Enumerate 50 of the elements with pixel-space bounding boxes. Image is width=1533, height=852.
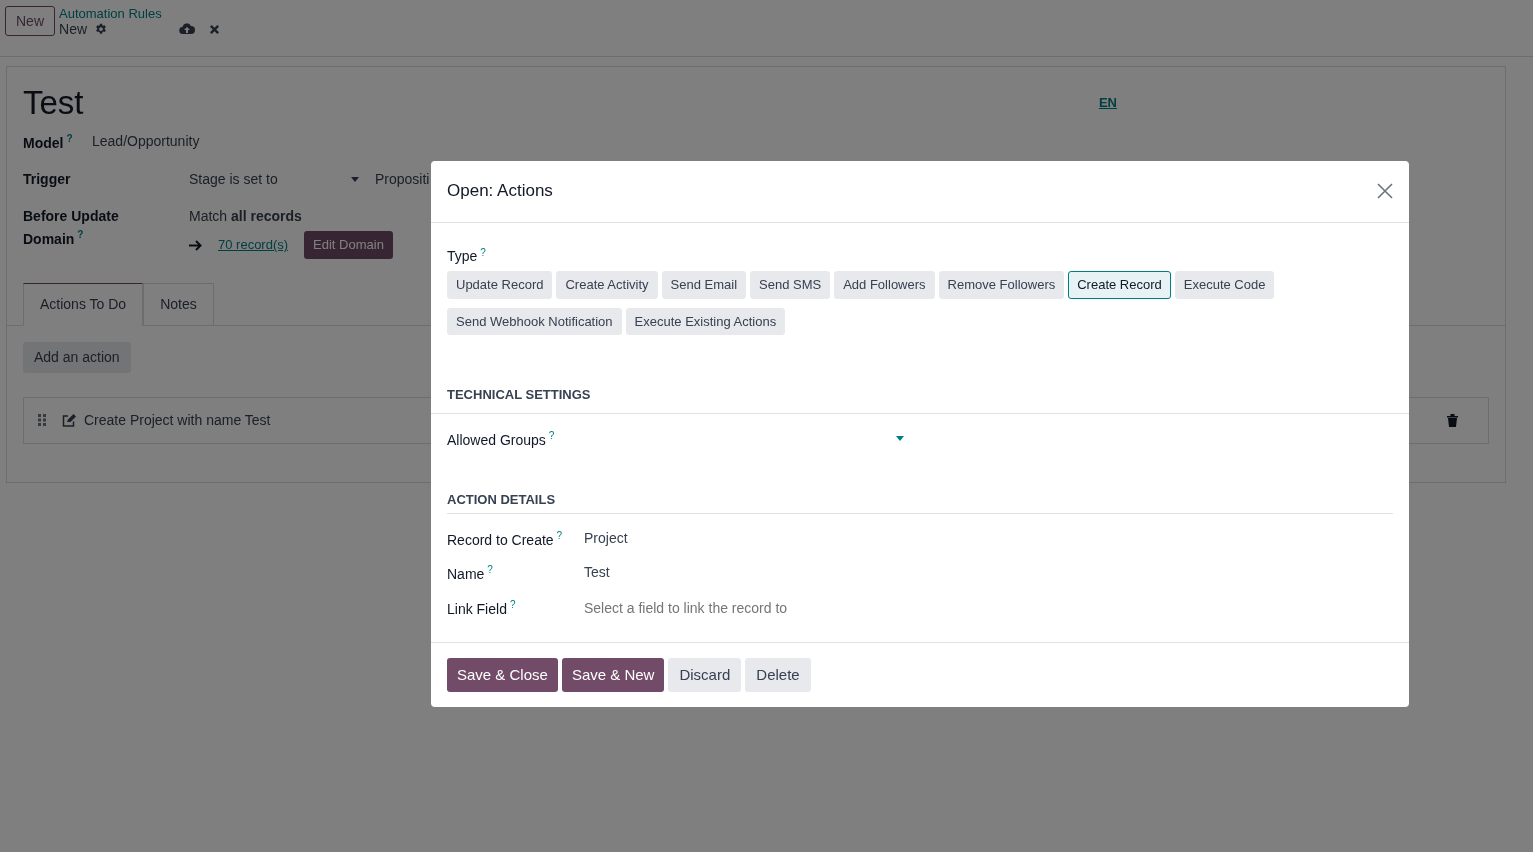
edit-icon (62, 413, 76, 427)
type-option[interactable]: Execute Existing Actions (625, 307, 786, 336)
action-text: Create Project with name Test (84, 410, 271, 430)
caret-icon (351, 177, 359, 183)
field-label: Domain $^{?}$ (23, 228, 85, 249)
add-action-button[interactable]: Add an action (23, 341, 131, 373)
section-heading: TECHNICAL SETTINGS (447, 386, 592, 405)
type-option[interactable]: Add Followers (834, 271, 935, 299)
edit-domain-button[interactable]: Edit Domain (304, 231, 393, 259)
field-label: Model $^{?}$ (23, 131, 74, 153)
trigger-select[interactable]: Stage is set to (189, 169, 359, 191)
stage-value: Propositi (375, 170, 430, 190)
caret-icon (896, 436, 905, 442)
type-option[interactable]: Remove Followers (938, 271, 1065, 299)
field-label: Record to Create $^{?}$ (447, 528, 564, 550)
close-icon[interactable] (209, 23, 221, 35)
trash-icon[interactable] (1447, 413, 1458, 427)
new-button[interactable]: New (5, 6, 55, 37)
record-title: Test (23, 83, 84, 123)
type-option[interactable]: Create Record (1068, 271, 1171, 299)
field-label: Type $^{?}$ (447, 248, 486, 265)
field-label: Link Field $^{?}$ (447, 598, 517, 619)
footer-button[interactable]: Discard (668, 657, 742, 693)
field-label: Name $^{?}$ (447, 563, 494, 585)
type-option[interactable]: Send SMS (750, 271, 831, 299)
section-heading: ACTION DETAILS (447, 490, 1393, 514)
field-value: Lead/Opportunity (92, 131, 200, 151)
domain-summary: Match all records (189, 207, 303, 227)
field-value: Test (584, 563, 611, 583)
field-label: Before Update (23, 207, 120, 227)
settings-icon[interactable] (95, 23, 108, 36)
drag-handle-icon[interactable] (38, 414, 46, 427)
field-value: Project (584, 528, 629, 548)
dialog-title: Open: Actions (447, 180, 553, 202)
footer-button[interactable]: Save & New (561, 657, 665, 693)
arrow-right-icon (189, 239, 202, 251)
field-label: Trigger (23, 170, 72, 190)
tab[interactable]: Actions To Do (23, 282, 144, 326)
record-name: New (59, 21, 88, 37)
type-option[interactable]: Create Activity (556, 271, 658, 299)
field-label: Allowed Groups $^{?}$ (447, 428, 555, 450)
type-option[interactable]: Update Record (447, 271, 553, 299)
type-option[interactable]: Execute Code (1174, 271, 1275, 299)
close-icon[interactable] (1377, 182, 1393, 199)
cloud-upload-icon[interactable] (179, 23, 196, 36)
footer-button[interactable]: Delete (745, 657, 811, 693)
tab[interactable]: Notes (143, 282, 214, 326)
footer-button[interactable]: Save & Close (447, 657, 558, 693)
type-option[interactable]: Send Webhook Notification (447, 307, 622, 336)
type-option[interactable]: Send Email (661, 271, 747, 299)
